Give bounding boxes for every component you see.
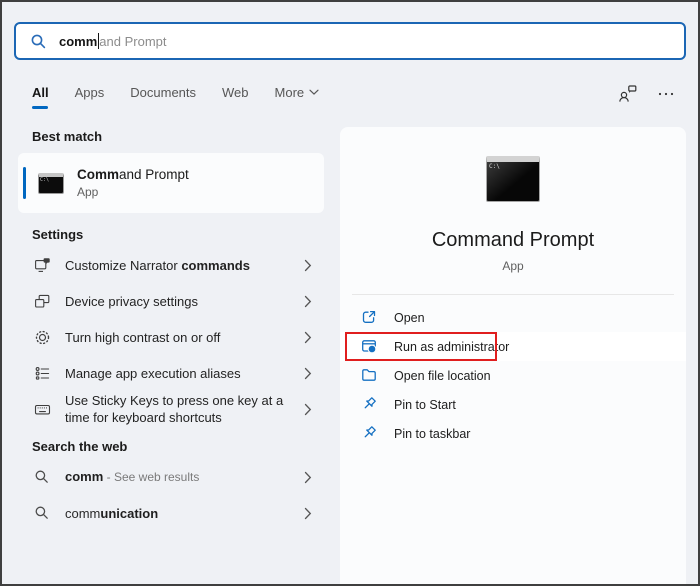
- active-tab-underline: [32, 106, 48, 109]
- windows-search-flyout: comm and Prompt All Apps Documents Web M…: [0, 0, 700, 586]
- suggestion-completion-text: unication: [100, 505, 159, 521]
- selection-accent-bar: [23, 167, 26, 199]
- user-account-icon[interactable]: [618, 84, 638, 103]
- tab-documents-label: Documents: [130, 85, 197, 100]
- tab-web-label: Web: [222, 85, 249, 100]
- chevron-down-icon: [309, 89, 319, 96]
- cmd-icon-text: C:\: [40, 176, 50, 183]
- command-prompt-icon-large: C:\: [486, 156, 540, 202]
- best-match-header: Best match: [32, 129, 103, 144]
- search-the-web-header: Search the web: [32, 439, 128, 454]
- open-external-icon: [361, 309, 378, 326]
- label-text: Device privacy settings: [65, 293, 198, 309]
- search-icon: [30, 33, 47, 50]
- best-match-title-rest: and Prompt: [119, 167, 189, 182]
- label-text: Manage app execution aliases: [65, 365, 241, 381]
- tab-all-label: All: [32, 85, 49, 100]
- action-pin-to-taskbar[interactable]: Pin to taskbar: [340, 419, 686, 448]
- web-results: comm - See web results communication: [18, 459, 324, 531]
- folder-icon: [361, 367, 378, 384]
- tab-more[interactable]: More: [275, 85, 320, 100]
- list-toggles-icon: [32, 365, 52, 382]
- label-text: Use Sticky Keys to press one key at a ti…: [65, 393, 284, 425]
- settings-result-label: Customize Narrator commands: [65, 257, 289, 274]
- chevron-right-icon: [304, 403, 318, 416]
- tab-documents[interactable]: Documents: [130, 85, 196, 100]
- label-text: Customize Narrator: [65, 257, 182, 273]
- settings-result-sticky-keys[interactable]: Use Sticky Keys to press one key at a ti…: [18, 391, 324, 427]
- best-match-text: Command Prompt App: [77, 167, 189, 199]
- web-result-comm[interactable]: comm - See web results: [18, 459, 324, 495]
- see-web-results-text: - See web results: [103, 470, 200, 484]
- chevron-right-icon: [304, 295, 318, 308]
- chevron-right-icon: [304, 507, 318, 520]
- search-icon: [32, 469, 52, 485]
- settings-header: Settings: [32, 227, 84, 242]
- action-label: Open file location: [394, 368, 491, 383]
- settings-result-high-contrast[interactable]: Turn high contrast on or off: [18, 319, 324, 355]
- search-bar[interactable]: comm and Prompt: [14, 22, 686, 60]
- label-match-text: commands: [181, 257, 250, 273]
- best-match-title-match: Comm: [77, 167, 120, 182]
- search-typed-text: comm: [59, 33, 98, 49]
- settings-result-label: Turn high contrast on or off: [65, 329, 289, 346]
- search-results-list: Best match C:\ Command Prompt App Settin…: [18, 129, 324, 531]
- action-open-file-location[interactable]: Open file location: [340, 361, 686, 390]
- tab-all[interactable]: All: [32, 85, 49, 109]
- web-result-communication[interactable]: communication: [18, 495, 324, 531]
- run-as-admin-icon: [361, 338, 378, 355]
- label-text: Turn high contrast on or off: [65, 329, 221, 345]
- action-run-as-administrator[interactable]: Run as administrator: [340, 332, 686, 361]
- high-contrast-sun-icon: [32, 329, 52, 346]
- action-open[interactable]: Open: [340, 303, 686, 332]
- panel-divider: [352, 294, 674, 295]
- query-text: comm: [65, 505, 101, 521]
- search-header-buttons: [618, 84, 674, 103]
- devices-icon: [32, 293, 52, 310]
- search-inline-suggestion: and Prompt: [99, 33, 167, 49]
- narrator-icon: [32, 257, 52, 274]
- preview-app-subtitle: App: [502, 259, 524, 273]
- action-label: Pin to taskbar: [394, 426, 471, 441]
- keyboard-icon: [32, 401, 52, 418]
- settings-result-device-privacy[interactable]: Device privacy settings: [18, 283, 324, 319]
- chevron-right-icon: [304, 331, 318, 344]
- action-list: Open Run as administrator Open file loca…: [340, 303, 686, 448]
- tab-web[interactable]: Web: [222, 85, 249, 100]
- result-preview-panel: C:\ Command Prompt App Open Run as admin…: [340, 127, 686, 584]
- web-result-label: comm - See web results: [65, 468, 289, 486]
- action-pin-to-start[interactable]: Pin to Start: [340, 390, 686, 419]
- web-result-label: communication: [65, 505, 289, 522]
- tab-apps[interactable]: Apps: [75, 85, 105, 100]
- settings-result-label: Device privacy settings: [65, 293, 289, 310]
- pin-icon: [361, 396, 378, 413]
- best-match-title: Command Prompt: [77, 167, 189, 182]
- pin-icon: [361, 425, 378, 442]
- search-icon: [32, 505, 52, 521]
- best-match-result[interactable]: C:\ Command Prompt App: [18, 153, 324, 213]
- search-input[interactable]: comm and Prompt: [59, 33, 167, 49]
- more-options-icon[interactable]: [658, 92, 674, 96]
- preview-app-title: Command Prompt: [431, 229, 595, 251]
- action-label: Open: [394, 310, 425, 325]
- tab-apps-label: Apps: [74, 85, 105, 100]
- best-match-subtitle: App: [77, 185, 99, 199]
- cmd-icon-text: C:\: [489, 163, 500, 170]
- settings-result-app-aliases[interactable]: Manage app execution aliases: [18, 355, 324, 391]
- query-text: comm: [65, 469, 104, 484]
- chevron-right-icon: [304, 367, 318, 380]
- search-filter-tabs: All Apps Documents Web More: [32, 85, 320, 109]
- tab-more-label: More: [274, 85, 305, 100]
- chevron-right-icon: [304, 259, 318, 272]
- action-label: Pin to Start: [394, 397, 456, 412]
- chevron-right-icon: [304, 471, 318, 484]
- settings-result-label: Manage app execution aliases: [65, 365, 289, 382]
- command-prompt-icon: C:\: [38, 172, 64, 194]
- settings-result-narrator-commands[interactable]: Customize Narrator commands: [18, 247, 324, 283]
- action-label: Run as administrator: [394, 339, 510, 354]
- settings-results: Customize Narrator commands Device priva…: [18, 247, 324, 427]
- settings-result-label: Use Sticky Keys to press one key at a ti…: [65, 392, 289, 426]
